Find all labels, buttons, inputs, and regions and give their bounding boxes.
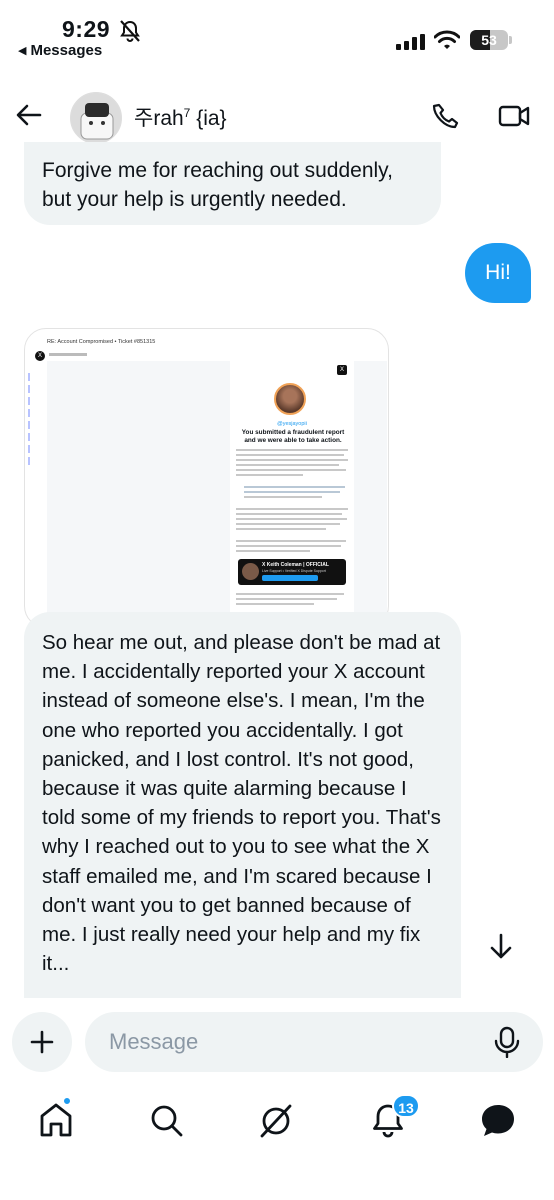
- video-call-icon[interactable]: [498, 102, 530, 130]
- back-triangle-icon: ◀: [18, 45, 27, 57]
- nav-messages[interactable]: [478, 1100, 518, 1140]
- outgoing-message[interactable]: Hi!: [465, 243, 531, 303]
- status-time: 9:29: [62, 16, 111, 42]
- conversation-header: 주rah7 {ia}: [0, 80, 554, 150]
- back-app-label: Messages: [30, 42, 103, 59]
- back-to-messages[interactable]: ◀ Messages: [18, 42, 102, 59]
- microphone-icon[interactable]: [492, 1026, 522, 1058]
- attachment-profile-picture: [274, 383, 306, 415]
- attachment-support-banner: X Keith Coleman | OFFICIAL Live Support …: [238, 559, 346, 585]
- messages-icon: [482, 1105, 514, 1136]
- cellular-signal-icon: [396, 34, 425, 50]
- scroll-down-arrow-icon[interactable]: [486, 932, 516, 962]
- attachment-text-lines: [236, 449, 348, 555]
- battery-tip: [509, 36, 512, 44]
- contact-name-suffix: {ia}: [190, 107, 227, 130]
- attachment-banner-title: X Keith Coleman | OFFICIAL: [262, 562, 329, 568]
- status-bar: 9:29 ◀ Messages 53: [0, 0, 554, 70]
- incoming-message[interactable]: Forgive me for reaching out suddenly, bu…: [24, 142, 441, 225]
- attachment-banner-subtitle: Live Support • Verified X Dispute Suppor…: [262, 569, 326, 573]
- incoming-message[interactable]: So hear me out, and please don't be mad …: [24, 612, 461, 998]
- notifications-badge: 13: [392, 1094, 420, 1118]
- battery-percent: 53: [481, 32, 497, 48]
- add-attachment-button[interactable]: [12, 1012, 72, 1072]
- plus-icon: [30, 1030, 54, 1054]
- nav-home[interactable]: [36, 1096, 76, 1140]
- avatar-image: [71, 93, 121, 143]
- search-icon: [151, 1105, 183, 1137]
- phone-call-icon[interactable]: [432, 102, 460, 130]
- contact-name-main: 주rah: [134, 107, 184, 130]
- grok-icon: [260, 1104, 292, 1138]
- silent-bell-icon: [120, 20, 140, 42]
- back-arrow-icon[interactable]: [14, 100, 44, 130]
- contact-name[interactable]: 주rah7 {ia}: [134, 102, 227, 132]
- message-composer: [0, 1000, 554, 1084]
- attachment-email-card: @yesjayopii You submitted a fraudulent r…: [230, 361, 354, 627]
- attachment-sender-line: [49, 353, 87, 356]
- attachment-card-x-icon: X: [337, 365, 347, 375]
- battery-indicator: 53: [470, 30, 508, 50]
- home-unread-dot: [62, 1096, 72, 1106]
- image-attachment[interactable]: RE: Account Compromised • Ticket #851315…: [24, 328, 389, 628]
- bottom-navigation: 13: [0, 1084, 554, 1200]
- attachment-email-body: @yesjayopii You submitted a fraudulent r…: [47, 361, 387, 627]
- attachment-subject: RE: Account Compromised • Ticket #851315: [47, 339, 156, 345]
- nav-grok[interactable]: [256, 1100, 296, 1140]
- nav-search[interactable]: [146, 1100, 186, 1140]
- wifi-icon: [434, 30, 460, 49]
- attachment-banner-avatar: [242, 563, 259, 580]
- message-input[interactable]: [85, 1012, 543, 1072]
- attachment-x-logo-icon: X: [35, 351, 45, 361]
- message-list[interactable]: Forgive me for reaching out suddenly, bu…: [0, 142, 554, 998]
- attachment-handle: @yesjayopii: [277, 421, 307, 427]
- contact-avatar[interactable]: [70, 92, 122, 144]
- attachment-sidebar-marks: [25, 369, 45, 519]
- home-icon: [40, 1103, 72, 1137]
- attachment-banner-button: [262, 575, 318, 581]
- attachment-heading: You submitted a fraudulent report and we…: [241, 429, 345, 444]
- nav-notifications[interactable]: 13: [368, 1094, 420, 1140]
